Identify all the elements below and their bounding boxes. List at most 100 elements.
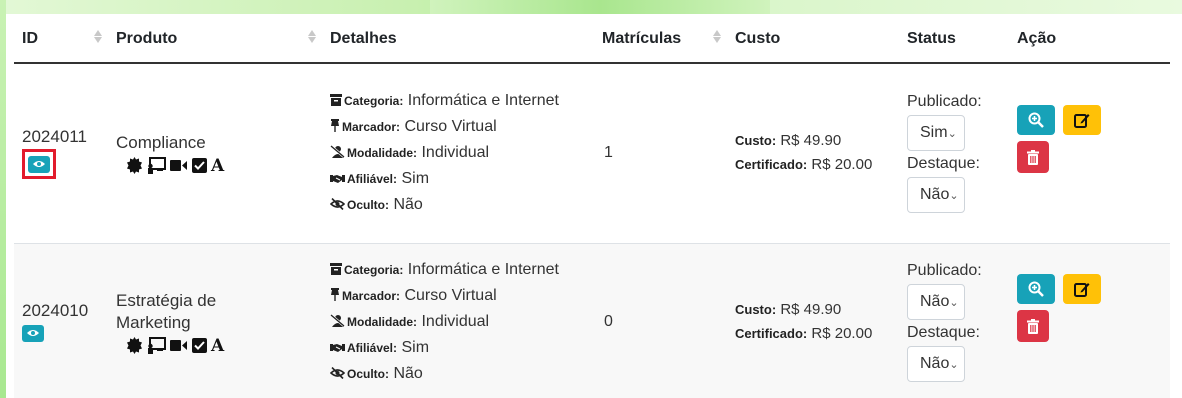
- status-cell: Publicado: Não ⌄ Destaque: Não ⌄: [899, 243, 1009, 398]
- detail-label: Afiliável:: [347, 172, 398, 187]
- publicado-select[interactable]: Não ⌄: [907, 284, 965, 320]
- detail-label: Marcador:: [342, 289, 401, 303]
- view-details-button[interactable]: [1017, 274, 1055, 304]
- detail-modalidade: Modalidade: Individual: [330, 309, 588, 335]
- archive-icon: [330, 94, 342, 107]
- column-header-acao-label: Ação: [1017, 30, 1057, 47]
- sort-icon[interactable]: [308, 30, 316, 43]
- product-id: 2024011: [22, 127, 87, 147]
- cost-label: Custo:: [735, 133, 777, 149]
- detail-value: Não: [393, 365, 423, 382]
- produto-cell: Compliance A: [108, 63, 322, 244]
- zoom-in-icon: [1028, 281, 1044, 297]
- cost-value: R$ 49.90: [780, 301, 842, 318]
- column-header-status-label: Status: [907, 30, 956, 47]
- detail-categoria: Categoria: Informática e Internet: [330, 257, 588, 283]
- cost-value: R$ 20.00: [811, 156, 873, 174]
- detail-label: Oculto:: [347, 367, 389, 381]
- view-button[interactable]: [22, 324, 44, 342]
- detail-label: Oculto:: [347, 198, 389, 213]
- view-button-wrapper: [22, 323, 44, 343]
- zoom-in-icon: [1028, 112, 1044, 129]
- detail-afiliavel: Afiliável: Sim: [330, 335, 588, 361]
- detail-label: Categoria:: [344, 263, 404, 277]
- checkbox-icon: [192, 158, 207, 174]
- detail-value: Individual: [421, 144, 490, 162]
- archive-icon: [330, 263, 342, 275]
- chevron-down-icon: ⌄: [949, 189, 959, 202]
- detail-modalidade: Modalidade: Individual: [330, 140, 588, 166]
- column-header-produto[interactable]: Produto: [108, 16, 322, 64]
- page-left-frame: [0, 0, 6, 398]
- edit-button[interactable]: [1063, 105, 1101, 136]
- user-slash-icon: [330, 145, 345, 159]
- produto-cell: Estratégia de Marketing A: [108, 243, 322, 398]
- chalkboard-icon: [148, 157, 166, 175]
- table-row: 2024010 Estratégia de Marketing A Catego…: [14, 243, 1170, 398]
- action-buttons: [1017, 274, 1164, 342]
- acao-cell: [1009, 243, 1170, 398]
- column-header-custo: Custo: [727, 16, 899, 64]
- detail-label: Categoria:: [344, 94, 404, 109]
- sort-icon[interactable]: [713, 30, 721, 43]
- destaque-label: Destaque:: [907, 155, 980, 173]
- id-cell: 2024010: [14, 243, 108, 398]
- detail-label: Marcador:: [342, 120, 401, 135]
- font-icon: A: [211, 155, 225, 176]
- detalhes-cell: Categoria: Informática e Internet Marcad…: [322, 63, 594, 244]
- view-button[interactable]: [28, 155, 50, 173]
- column-header-detalhes-label: Detalhes: [330, 30, 397, 47]
- destaque-value: Não: [920, 186, 950, 204]
- column-header-produto-label: Produto: [116, 30, 178, 47]
- edit-icon: [1074, 114, 1090, 129]
- publicado-label: Publicado:: [907, 262, 982, 279]
- custo-cell: Custo: R$ 49.90 Certificado: R$ 20.00: [727, 243, 899, 398]
- column-header-id[interactable]: ID: [14, 16, 108, 64]
- cost-value: R$ 20.00: [811, 325, 873, 342]
- detail-categoria: Categoria: Informática e Internet: [330, 88, 588, 114]
- sort-icon[interactable]: [94, 30, 102, 43]
- destaque-select[interactable]: Não ⌄: [907, 346, 965, 382]
- detalhes-cell: Categoria: Informática e Internet Marcad…: [322, 243, 594, 398]
- detail-value: Individual: [421, 313, 490, 330]
- chevron-down-icon: ⌄: [949, 296, 959, 309]
- detail-value: Não: [393, 196, 423, 214]
- detail-afiliavel: Afiliável: Sim: [330, 166, 588, 192]
- delete-button[interactable]: [1017, 310, 1049, 342]
- video-icon: [170, 160, 187, 172]
- action-buttons: [1017, 105, 1164, 174]
- cost-value: R$ 49.90: [780, 132, 842, 150]
- detail-marcador: Marcador: Curso Virtual: [330, 283, 588, 309]
- handshake-icon: [330, 175, 345, 184]
- eye-slash-icon: [330, 198, 345, 211]
- detail-value: Curso Virtual: [404, 287, 497, 304]
- product-name-line2: Marketing: [116, 313, 191, 332]
- detail-label: Afiliável:: [347, 341, 398, 355]
- column-header-matriculas[interactable]: Matrículas: [594, 16, 727, 64]
- destaque-value: Não: [920, 355, 950, 372]
- cost-label: Certificado:: [735, 326, 808, 341]
- detail-value: Sim: [401, 339, 430, 356]
- cost-label: Custo:: [735, 302, 777, 317]
- view-details-button[interactable]: [1017, 105, 1055, 136]
- table-header-row: ID Produto Detalhes Matrículas Custo Sta…: [14, 16, 1170, 64]
- publicado-value: Não: [920, 293, 950, 310]
- detail-marcador: Marcador: Curso Virtual: [330, 114, 588, 140]
- table-row: 2024011 Compliance A Categoria: Informát…: [14, 63, 1170, 244]
- chevron-down-icon: ⌄: [947, 127, 957, 140]
- destaque-select[interactable]: Não ⌄: [907, 177, 965, 214]
- checkbox-icon: [192, 338, 207, 353]
- cost-certificado: Certificado: R$ 20.00: [735, 153, 893, 177]
- publicado-select[interactable]: Sim ⌄: [907, 115, 965, 152]
- delete-button[interactable]: [1017, 141, 1049, 174]
- trash-icon: [1027, 318, 1039, 334]
- column-header-custo-label: Custo: [735, 30, 781, 47]
- cost-certificado: Certificado: R$ 20.00: [735, 322, 893, 346]
- eye-icon: [33, 161, 45, 168]
- font-icon: A: [211, 335, 225, 356]
- product-name: Compliance: [116, 133, 206, 153]
- detail-oculto: Oculto: Não: [330, 192, 588, 218]
- status-cell: Publicado: Sim ⌄ Destaque: Não ⌄: [899, 63, 1009, 244]
- detail-label: Modalidade:: [347, 315, 418, 329]
- edit-button[interactable]: [1063, 274, 1101, 304]
